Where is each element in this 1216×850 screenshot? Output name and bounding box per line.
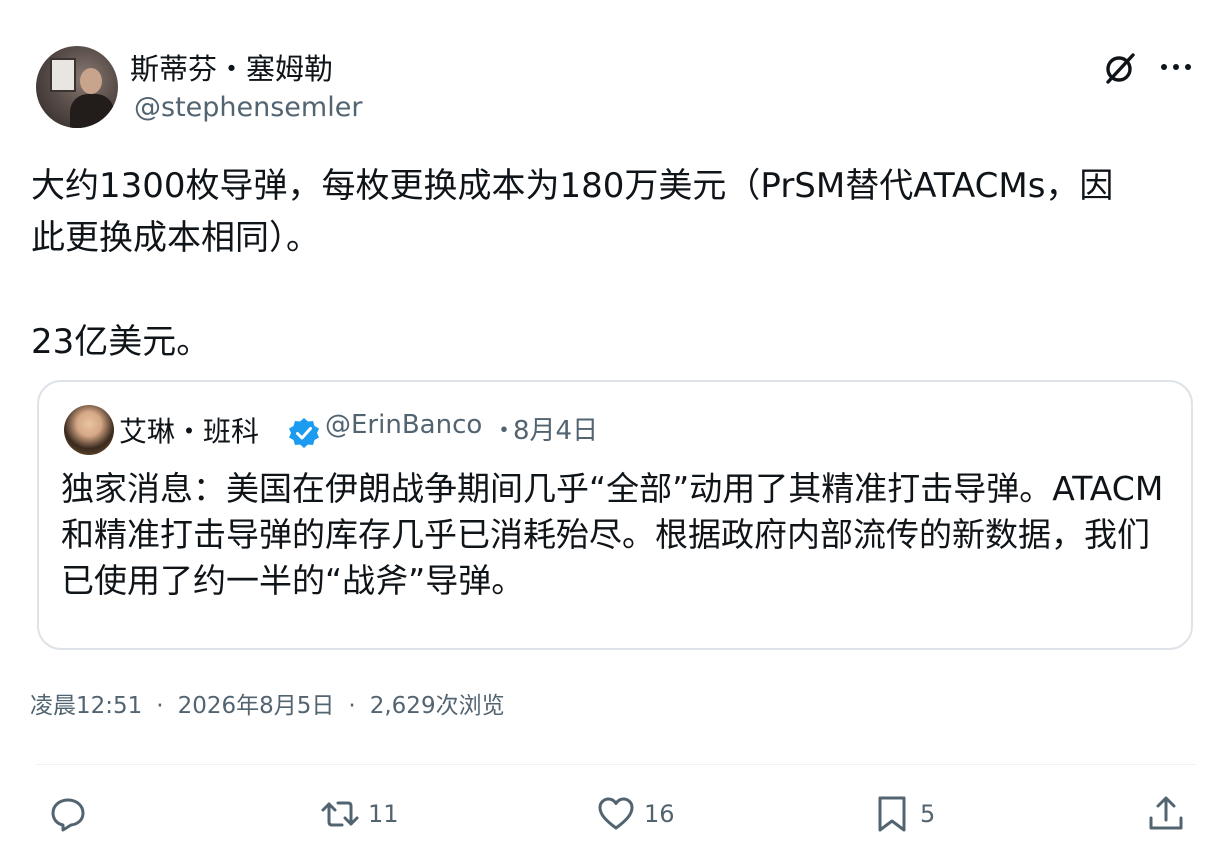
- quoted-text: 独家消息：美国在伊朗战争期间几乎“全部”动用了其精准打击导弹。ATACM和精准打…: [61, 469, 1164, 600]
- grok-icon[interactable]: [1102, 50, 1138, 86]
- retweet-button[interactable]: 11: [320, 792, 399, 836]
- reply-icon: [51, 798, 85, 832]
- post-date[interactable]: 2026年8月5日: [178, 693, 335, 719]
- retweet-icon: [321, 801, 359, 827]
- meta-separator: ·: [348, 693, 356, 719]
- post-text: 大约1300枚导弹，每枚更换成本为180万美元（PrSM替代ATACMs，因此更…: [31, 160, 1141, 368]
- reply-button[interactable]: [48, 792, 88, 836]
- share-icon: [1149, 796, 1183, 830]
- author-handle[interactable]: @stephensemler: [134, 92, 362, 123]
- post-paragraph-1: 大约1300枚导弹，每枚更换成本为180万美元（PrSM替代ATACMs，因此更…: [31, 166, 1114, 258]
- share-button[interactable]: [1146, 792, 1186, 836]
- retweet-count: 11: [368, 800, 399, 828]
- post-views: 2,629次浏览: [369, 693, 505, 719]
- quoted-date[interactable]: 8月4日: [513, 410, 598, 447]
- quoted-author-avatar[interactable]: [64, 405, 114, 455]
- heart-icon: [598, 797, 634, 830]
- bookmark-count: 5: [920, 800, 936, 828]
- quoted-post-card[interactable]: 艾琳・班科 @ErinBanco ・ 8月4日 独家消息：美国在伊朗战争期间几乎…: [37, 380, 1193, 650]
- post-time[interactable]: 凌晨12:51: [30, 693, 142, 719]
- bookmark-icon: [878, 796, 906, 832]
- avatar-head-detail: [80, 68, 102, 94]
- bookmark-button[interactable]: 5: [872, 792, 935, 836]
- like-count: 16: [644, 800, 675, 828]
- author-display-name[interactable]: 斯蒂芬・塞姆勒: [130, 46, 333, 88]
- avatar-body-detail: [70, 94, 114, 128]
- like-button[interactable]: 16: [596, 792, 675, 836]
- verified-badge-icon: [287, 416, 321, 450]
- author-avatar[interactable]: [36, 46, 118, 128]
- actions-divider: [36, 764, 1196, 765]
- avatar-frame-detail: [50, 58, 76, 92]
- meta-separator: ·: [156, 693, 164, 719]
- more-options-icon[interactable]: [1158, 52, 1194, 82]
- quoted-author-name[interactable]: 艾琳・班科: [119, 410, 259, 450]
- post-meta: 凌晨12:51 · 2026年8月5日 · 2,629次浏览: [30, 686, 505, 720]
- post-paragraph-2: 23亿美元。: [31, 322, 211, 362]
- quoted-author-handle[interactable]: @ErinBanco: [325, 410, 482, 440]
